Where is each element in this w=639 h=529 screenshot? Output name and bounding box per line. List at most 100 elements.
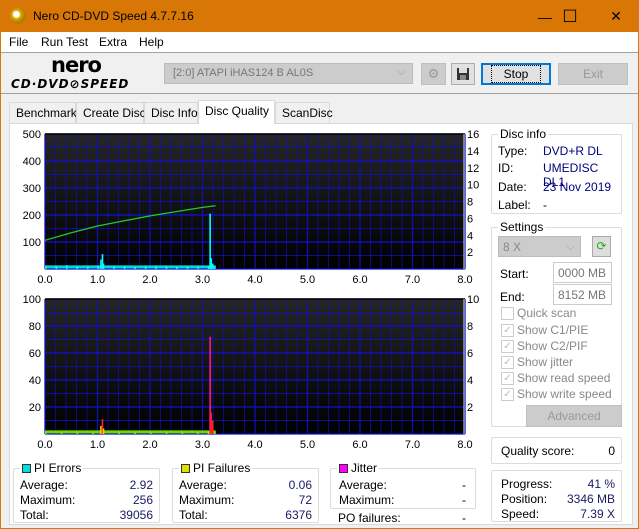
c2-y-tick-label: 80 (29, 321, 41, 333)
disc-label-value: - (543, 198, 547, 212)
c1-y2-tick-label: 2 (467, 247, 473, 259)
c2-bar (197, 432, 199, 434)
pi-errors-swatch (22, 463, 31, 473)
c1-y2-tick-label: 10 (467, 180, 479, 192)
c1-bar (55, 265, 58, 269)
speed-select[interactable]: 8 X ⌵ (498, 236, 581, 257)
jitter-average-label: Average: (339, 478, 387, 492)
show-c1-label: Show C1/PIE (517, 323, 589, 337)
end-input[interactable]: 8152 MB (553, 284, 612, 305)
show-read-speed-checkbox[interactable]: ✓ Show read speed (501, 371, 610, 385)
pi-failures-total-label: Total: (179, 508, 208, 522)
pi-failures-total-value: 6376 (285, 508, 312, 522)
c1-bar (87, 266, 89, 269)
exit-button[interactable]: Exit (558, 63, 628, 85)
save-button[interactable] (451, 63, 475, 85)
quality-score-label: Quality score: (501, 444, 575, 458)
c1-baseline-band (45, 265, 216, 269)
c2-bar (211, 420, 214, 434)
jitter-title: Jitter (337, 461, 380, 475)
c1-y2-tick-label: 6 (467, 213, 473, 225)
c2-x-tick-label: 8.0 (457, 439, 472, 451)
c1-bar (155, 265, 157, 269)
c1-x-tick-label: 8.0 (457, 274, 472, 286)
pi-failures-group: PI Failures Average: 0.06 Maximum: 72 To… (172, 461, 319, 523)
tab-create-disc[interactable]: Create Disc (76, 102, 146, 123)
cd-dvd-speed-logo: CD·DVD⊘SPEED (11, 77, 130, 91)
speed-label: Speed: (501, 507, 540, 521)
c1-x-tick-label: 6.0 (352, 274, 367, 286)
c1-y2-tick-label: 8 (467, 197, 473, 209)
type-label: Type: (498, 144, 528, 158)
c2-bar (134, 432, 136, 434)
c2-baseline-band (45, 430, 216, 434)
c2-bar (118, 432, 121, 434)
refresh-speed-button[interactable]: ⟳ (592, 236, 611, 257)
progress-group: Progress: 41 % Position: 3346 MB Speed: … (491, 470, 622, 522)
show-write-speed-checkbox[interactable]: ✓ Show write speed (501, 387, 612, 401)
c2-x-tick-label: 5.0 (300, 439, 315, 451)
c1-bar (207, 265, 210, 269)
c2-bar (102, 428, 105, 434)
disc-info-group: Disc info Type: DVD+R DL ID: UMEDISC DL1… (491, 127, 622, 214)
close-button[interactable]: ✕ (593, 1, 639, 32)
pi-errors-group: PI Errors Average: 2.92 Maximum: 256 Tot… (13, 461, 160, 523)
c1-y-tick-label: 200 (23, 210, 41, 222)
c2-bar (100, 425, 102, 434)
disc-quality-panel: 500 400 300 200 100 16 14 12 10 8 6 4 2 0.0 1.0 2.0 3.0 4… (9, 123, 633, 525)
speed-value: 7.39 X (580, 507, 615, 521)
c2-y2-tick-label: 4 (467, 375, 473, 387)
jitter-maximum-label: Maximum: (339, 493, 395, 507)
c2-bar (150, 432, 152, 434)
position-value: 3346 MB (566, 492, 615, 506)
tab-scandisc[interactable]: ScanDisc (275, 102, 333, 123)
stop-button[interactable]: Stop (481, 63, 551, 85)
quality-score-group: Quality score: 0 (491, 437, 622, 464)
menu-help[interactable]: Help (139, 35, 164, 49)
drive-select-value: [2:0] ATAPI iHAS124 B AL0S (173, 67, 314, 79)
pi-errors-total-label: Total: (20, 508, 49, 522)
start-label: Start: (500, 267, 529, 281)
pi-errors-maximum-label: Maximum: (20, 493, 76, 507)
quick-scan-checkbox[interactable]: Quick scan (501, 306, 576, 320)
menu-run-test[interactable]: Run Test (41, 35, 88, 49)
show-write-speed-label: Show write speed (517, 387, 612, 401)
po-failures-label: PO failures: (338, 511, 401, 525)
c2-bar (181, 432, 184, 434)
show-c2-checkbox[interactable]: ✓ Show C2/PIF (501, 339, 588, 353)
c1-bar (210, 258, 212, 269)
chevron-down-icon: ⌵ (565, 239, 575, 253)
c1-y-tick-label: 400 (23, 156, 41, 168)
nero-logo: nero (51, 53, 102, 77)
c1-bar (186, 266, 189, 269)
app-window: Nero CD-DVD Speed 4.7.7.16 — ☐ ✕ File Ru… (0, 0, 639, 529)
disc-date-value: 23 Nov 2019 (543, 180, 612, 194)
menu-file[interactable]: File (9, 35, 28, 49)
c2-y-tick-label: 20 (29, 402, 41, 414)
c2-y-tick-label: 100 (23, 295, 41, 306)
show-jitter-checkbox[interactable]: ✓ Show jitter (501, 355, 573, 369)
c2-bar (210, 412, 212, 434)
show-c1-checkbox[interactable]: ✓ Show C1/PIE (501, 323, 588, 337)
start-input[interactable]: 0000 MB (553, 262, 612, 283)
c1-bar (123, 265, 126, 269)
maximize-button[interactable]: ☐ (547, 1, 593, 32)
pi-failures-title: PI Failures (179, 461, 253, 475)
pi-errors-total-value: 39056 (119, 508, 153, 522)
drive-select[interactable]: [2:0] ATAPI iHAS124 B AL0S ⌵ (164, 63, 413, 84)
tab-disc-quality[interactable]: Disc Quality (198, 100, 275, 124)
tab-disc-info[interactable]: Disc Info (144, 102, 198, 123)
pi-failures-average-value: 0.06 (288, 478, 312, 492)
advanced-button[interactable]: Advanced (526, 405, 622, 427)
c2-x-tick-label: 2.0 (142, 439, 157, 451)
c2-y2-tick-label: 6 (467, 348, 473, 360)
position-label: Position: (501, 492, 548, 506)
show-jitter-label: Show jitter (517, 355, 574, 369)
c2-bar (165, 432, 168, 434)
c1-y2-tick-label: 12 (467, 163, 479, 175)
show-c2-label: Show C2/PIF (517, 339, 588, 353)
tab-benchmark[interactable]: Benchmark (9, 102, 77, 123)
drive-info-button[interactable]: ⚙ (421, 63, 446, 85)
menu-extra[interactable]: Extra (99, 35, 127, 49)
c1-x-tick-label: 0.0 (37, 274, 52, 286)
